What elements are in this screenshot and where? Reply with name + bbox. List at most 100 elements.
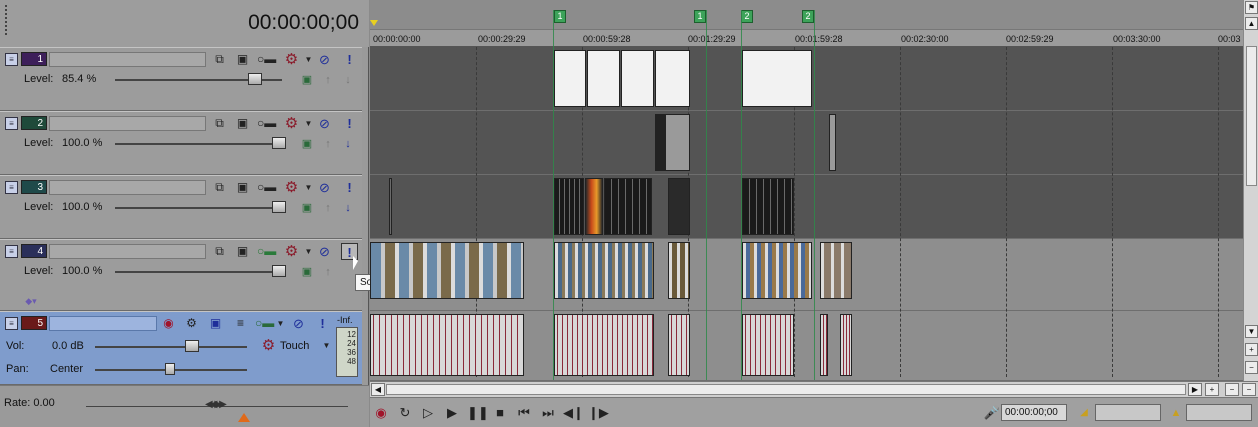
track-fx-icon[interactable]: ⧉ [211, 243, 228, 260]
insert-envelope-icon[interactable]: ○▬ [255, 315, 274, 332]
minimize-track-icon[interactable]: ≡ [5, 181, 18, 194]
automation-mode[interactable]: Touch [280, 340, 309, 352]
minimize-track-icon[interactable]: ≡ [5, 53, 18, 66]
track-name-field[interactable] [49, 316, 157, 331]
vertical-scrollbar[interactable]: ⚑ ▲ ▼ + − [1243, 0, 1258, 381]
video-event[interactable] [554, 178, 584, 235]
record-icon[interactable]: ◉ [372, 404, 390, 422]
video-event[interactable] [621, 50, 654, 107]
mute-icon[interactable]: ⊘ [316, 115, 333, 132]
automation-gear-icon[interactable]: ⚙ [260, 337, 277, 354]
minimize-track-icon[interactable]: ≡ [5, 117, 18, 130]
envelope-dropdown-icon[interactable]: ▼ [272, 315, 289, 332]
marker-bar[interactable]: 1 1 2 2 [370, 0, 1243, 30]
video-event[interactable] [587, 50, 620, 107]
loop-start-icon[interactable] [370, 20, 378, 26]
microphone-icon[interactable]: 🎤 [983, 404, 1001, 422]
video-event[interactable] [604, 178, 652, 235]
composite-child-icon[interactable]: ▣ [300, 73, 314, 87]
level-slider[interactable] [115, 201, 286, 213]
input-bus-icon[interactable]: ▣ [207, 315, 224, 332]
volume-slider[interactable] [95, 340, 247, 352]
track-name-field[interactable] [49, 116, 206, 131]
marker-flag[interactable]: 2 [741, 10, 753, 23]
stop-icon[interactable]: ■ [491, 404, 509, 422]
track-motion-icon[interactable]: ▣ [234, 51, 251, 68]
settings-gear-icon[interactable]: ⚙ [283, 115, 300, 132]
make-parent-icon[interactable]: ↑ [321, 265, 335, 279]
horizontal-scrollbar[interactable]: ◀ ▶ + − − [370, 381, 1258, 397]
compositing-mode-icon[interactable]: ○▬ [257, 115, 276, 132]
panel-grip[interactable] [5, 5, 8, 35]
video-event[interactable] [554, 242, 654, 299]
video-event[interactable] [655, 114, 690, 171]
solo-icon[interactable]: ! [341, 115, 358, 132]
play-from-start-icon[interactable]: ▷ [419, 404, 437, 422]
track-fx-icon[interactable]: ⧉ [211, 51, 228, 68]
video-event[interactable] [742, 242, 812, 299]
previous-frame-icon[interactable]: ◀❙ [563, 404, 584, 422]
mute-icon[interactable]: ⊘ [316, 51, 333, 68]
marker-flag[interactable]: 2 [802, 10, 814, 23]
level-slider-knob[interactable] [272, 265, 286, 277]
audio-event[interactable] [554, 314, 654, 376]
track-fx-icon[interactable]: ⧉ [211, 115, 228, 132]
rate-slider-handle[interactable] [238, 413, 250, 422]
track-header-1[interactable]: ≡ 1 ⧉ ▣ ○▬ ⚙ ▼ ⊘ ! Level: 85.4 % ▣ ↑ ↓ [0, 47, 362, 111]
mute-icon[interactable]: ⊘ [290, 315, 307, 332]
composite-child-icon[interactable]: ▣ [300, 201, 314, 215]
marker-flag[interactable]: 1 [554, 10, 566, 23]
composite-child-icon[interactable]: ▣ [300, 265, 314, 279]
scroll-left-icon[interactable]: ◀ [371, 383, 385, 396]
expand-keyframe-icon[interactable]: ◆▾ [24, 294, 38, 308]
level-slider[interactable] [115, 137, 286, 149]
mute-icon[interactable]: ⊘ [316, 179, 333, 196]
gear-dropdown-icon[interactable]: ▼ [300, 51, 317, 68]
level-slider[interactable] [115, 73, 282, 85]
composite-child-icon[interactable]: ▣ [300, 137, 314, 151]
go-to-end-icon[interactable]: ⏭ [539, 404, 557, 422]
record-arm-icon[interactable]: ◉ [160, 315, 177, 332]
pan-slider-knob[interactable] [165, 363, 175, 375]
next-frame-icon[interactable]: ❙▶ [588, 404, 609, 422]
level-slider-knob[interactable] [248, 73, 262, 85]
track-fx-icon[interactable]: ⧉ [211, 179, 228, 196]
make-child-icon[interactable]: ↓ [341, 201, 355, 215]
automation-dropdown-icon[interactable]: ▼ [318, 337, 335, 354]
solo-icon[interactable]: ! [341, 51, 358, 68]
level-slider-knob[interactable] [272, 201, 286, 213]
track-header-4[interactable]: ≡ 4 ⧉ ▣ ○▬ ⚙ ▼ ⊘ ! Level: 100.0 % ▣ ↑ ◆▾ [0, 239, 362, 311]
marker-flag[interactable]: 1 [694, 10, 706, 23]
cursor-position-field[interactable]: 00:00:00;00 [1001, 404, 1067, 421]
video-event[interactable] [668, 178, 690, 235]
zoom-in-vertical-icon[interactable]: + [1245, 343, 1258, 356]
settings-gear-icon[interactable]: ⚙ [283, 179, 300, 196]
pan-slider[interactable] [95, 363, 247, 375]
pause-icon[interactable]: ❚❚ [467, 404, 489, 422]
track-motion-icon[interactable]: ▣ [234, 115, 251, 132]
vertical-scroll-thumb[interactable] [1246, 46, 1257, 186]
zoom-fit-icon[interactable]: − [1242, 383, 1256, 396]
go-to-start-icon[interactable]: ⏮ [515, 404, 533, 422]
compositing-mode-icon[interactable]: ○▬ [257, 51, 276, 68]
make-parent-icon[interactable]: ↑ [321, 137, 335, 151]
scroll-up-icon[interactable]: ▲ [1245, 17, 1258, 30]
level-slider[interactable] [115, 265, 286, 277]
track-name-field[interactable] [49, 52, 206, 67]
video-event[interactable] [389, 178, 392, 235]
rate-dial-icon[interactable]: ◀◀▶▶ [205, 399, 229, 411]
gear-dropdown-icon[interactable]: ▼ [300, 179, 317, 196]
track-name-field[interactable] [49, 244, 206, 259]
video-event[interactable] [742, 178, 794, 235]
flag-icon[interactable]: ⚑ [1245, 1, 1258, 14]
selection-length-field[interactable] [1186, 404, 1252, 421]
video-event[interactable] [585, 178, 603, 235]
track-header-2[interactable]: ≡ 2 ⧉ ▣ ○▬ ⚙ ▼ ⊘ ! Level: 100.0 % ▣ ↑ ↓ [0, 111, 362, 175]
make-parent-icon[interactable]: ↑ [321, 201, 335, 215]
make-parent-icon[interactable]: ↑ [321, 73, 335, 87]
solo-icon[interactable]: ! [314, 315, 331, 332]
zoom-out-horizontal-icon[interactable]: − [1225, 383, 1239, 396]
video-event[interactable] [554, 50, 586, 107]
audio-event[interactable] [668, 314, 690, 376]
audio-fx-icon[interactable]: ⚙ [183, 315, 200, 332]
